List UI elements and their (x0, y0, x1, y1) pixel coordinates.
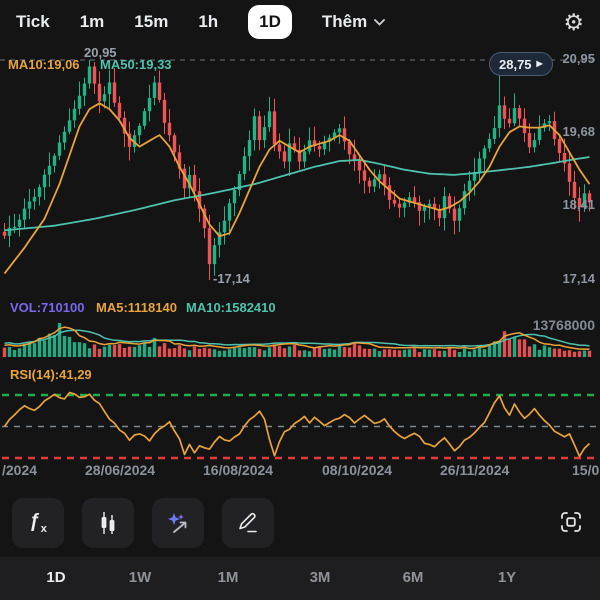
date-axis-label: 28/06/2024 (85, 462, 156, 478)
price-axis-label: 20,95 (562, 51, 595, 66)
range-selector-bar: 1D 1W 1M 3M 6M 1Y (0, 557, 600, 600)
tab-tick[interactable]: Tick (16, 12, 50, 32)
range-1d[interactable]: 1D (46, 569, 65, 586)
indicators-button[interactable]: ƒx (12, 498, 64, 548)
pencil-icon (239, 513, 257, 533)
rsi-chart[interactable] (0, 380, 600, 462)
ai-tools-button[interactable] (152, 498, 204, 548)
fx-icon: ƒx (29, 511, 47, 535)
date-axis-label: 08/10/2024 (322, 462, 393, 478)
chevron-down-icon (374, 18, 386, 26)
range-3m[interactable]: 3M (310, 569, 331, 586)
tab-1h[interactable]: 1h (198, 12, 218, 32)
scroll-to-latest-icon: ▶ (536, 59, 543, 68)
date-axis-label: /2024 (2, 462, 38, 478)
date-axis-label: 15/01/ (572, 462, 600, 478)
volume-chart[interactable] (0, 306, 600, 358)
tab-1m[interactable]: 1m (80, 12, 105, 32)
low-price-annotation: -17,14 (213, 271, 250, 286)
chart-toolbar: ƒx (0, 488, 600, 552)
range-1y[interactable]: 1Y (498, 569, 516, 586)
last-price-value: 28,75 (499, 56, 532, 72)
more-intervals-dropdown[interactable]: Thêm (321, 12, 386, 32)
draw-button[interactable] (222, 498, 274, 548)
fullscreen-icon (561, 512, 581, 532)
date-axis-label: 16/08/2024 (203, 462, 274, 478)
range-6m[interactable]: 6M (403, 569, 424, 586)
price-axis-label: 18,41 (562, 197, 595, 212)
trading-app-screen: Tick 1m 15m 1h 1D Thêm ⚙ 20,95 MA10:19,0… (0, 0, 600, 600)
tab-15m[interactable]: 15m (134, 12, 168, 32)
range-1m[interactable]: 1M (218, 569, 239, 586)
candlestick-icon (101, 512, 115, 534)
fullscreen-button[interactable] (554, 504, 588, 540)
tab-1d-active[interactable]: 1D (248, 5, 292, 39)
interval-tabs-bar: Tick 1m 15m 1h 1D Thêm ⚙ (0, 0, 600, 44)
range-1w[interactable]: 1W (129, 569, 152, 586)
ma50-legend: MA50:19,33 (100, 57, 172, 72)
price-axis-label: 19,68 (562, 124, 595, 139)
price-axis-label: 17,14 (562, 271, 595, 286)
candlestick-chart[interactable] (0, 46, 600, 292)
sparkle-arrow-icon (168, 513, 187, 533)
date-axis-label: 26/11/2024 (440, 462, 510, 478)
settings-gear-icon[interactable]: ⚙ (563, 10, 584, 34)
chart-type-button[interactable] (82, 498, 134, 548)
more-label: Thêm (321, 12, 368, 31)
last-price-badge[interactable]: 28,75 ▶ (489, 52, 553, 76)
ma10-legend: MA10:19,06 (8, 57, 80, 72)
